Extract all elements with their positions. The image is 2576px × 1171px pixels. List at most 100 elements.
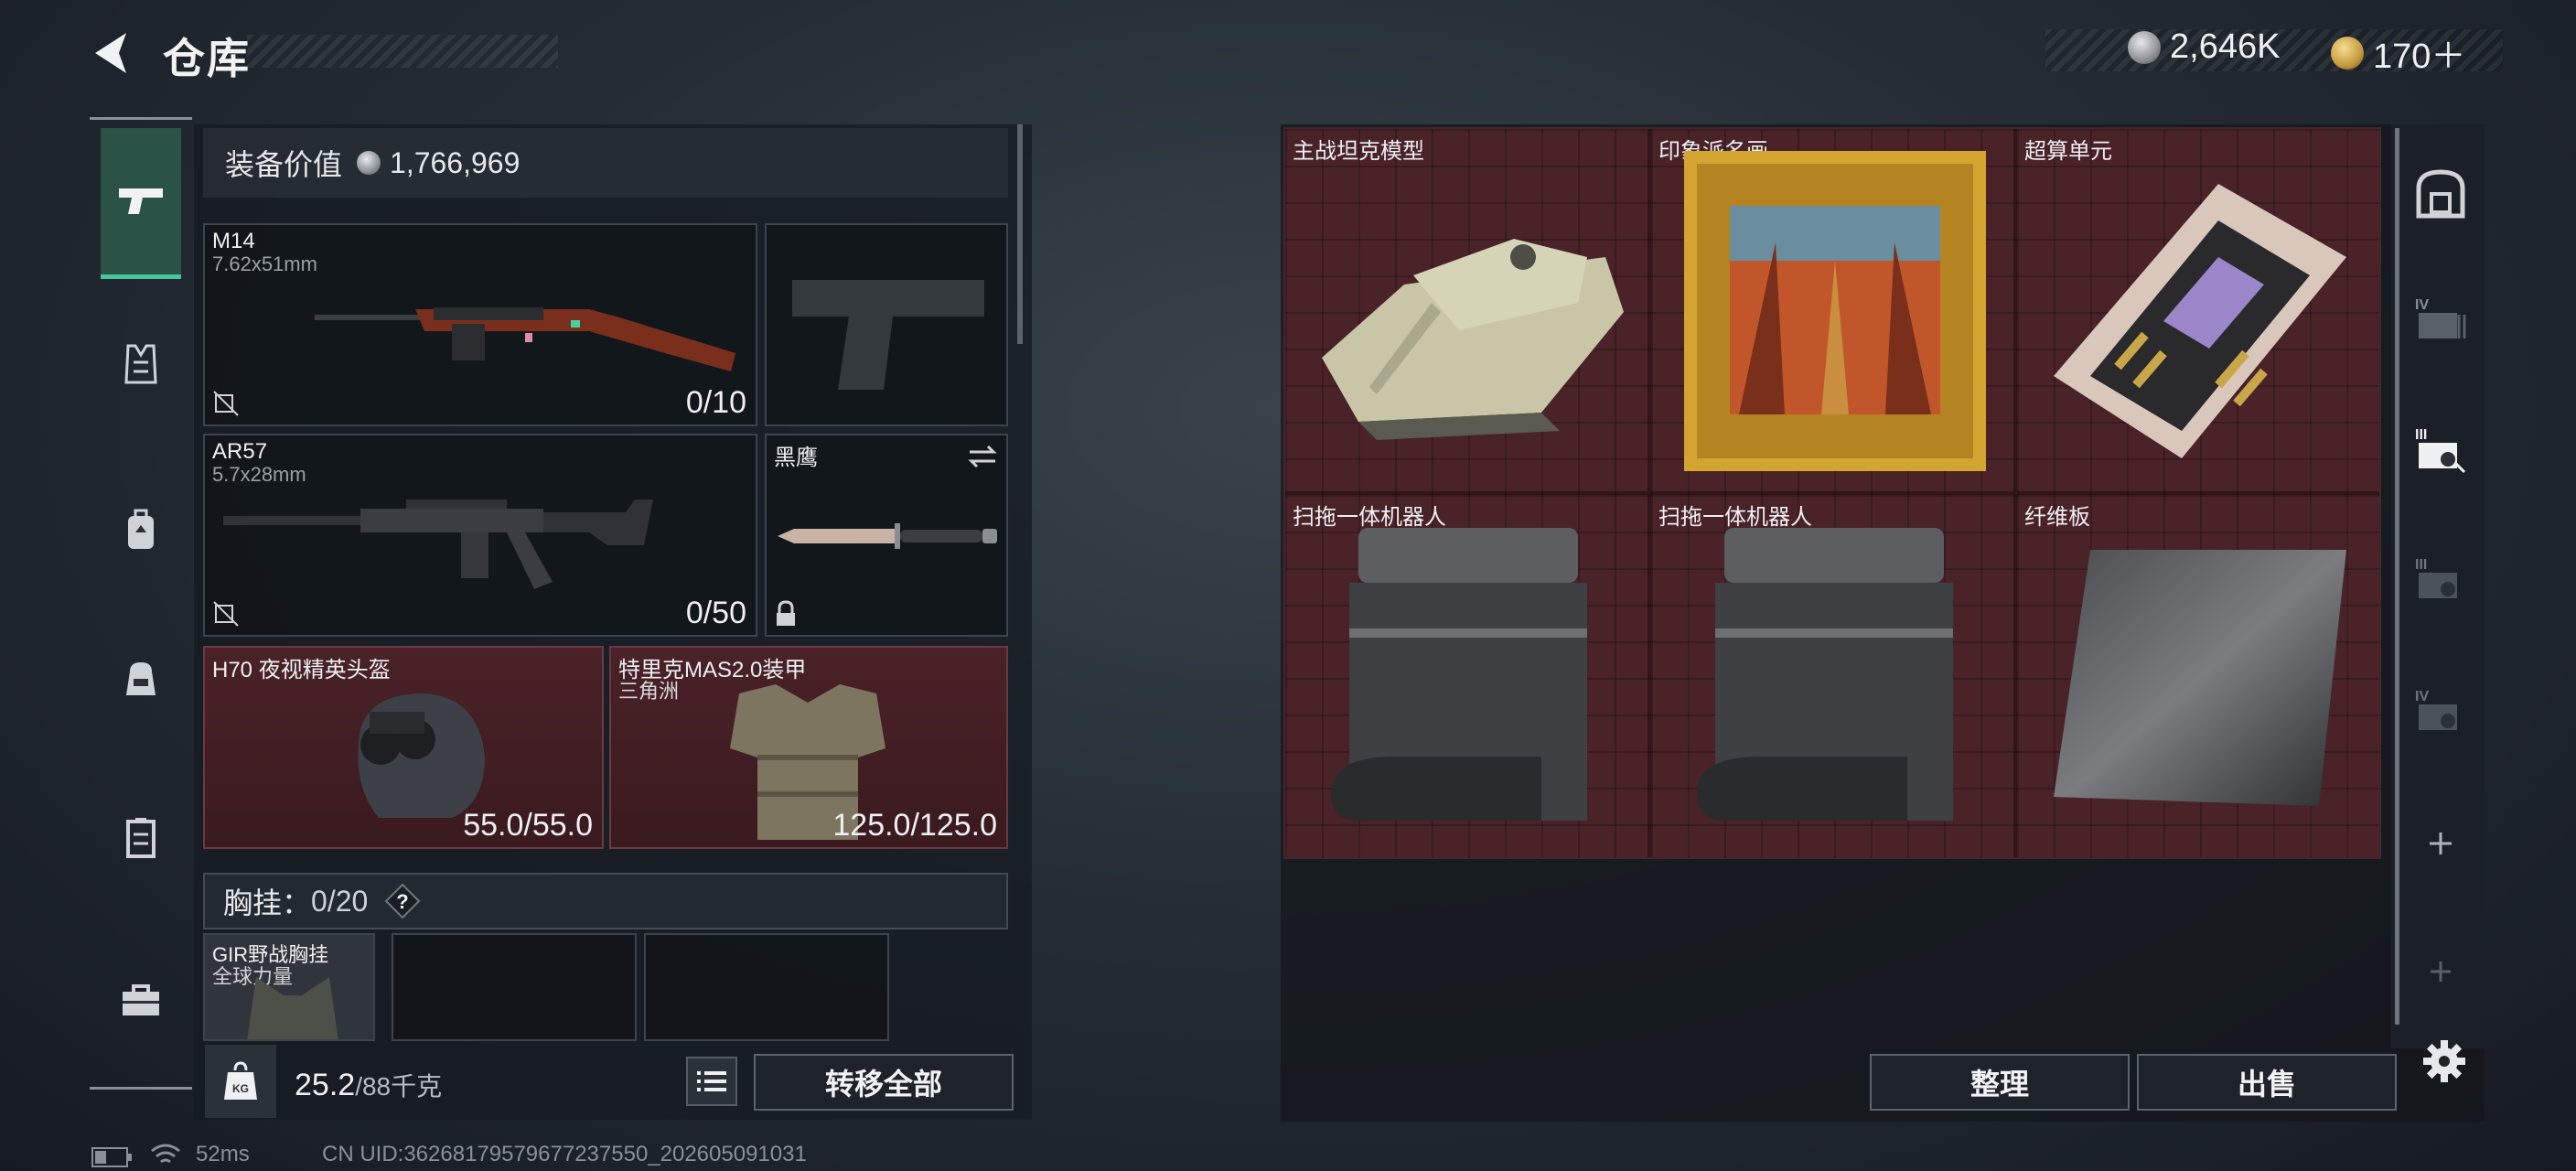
category-weapons[interactable] bbox=[101, 128, 181, 279]
add-container-button[interactable] bbox=[2411, 814, 2470, 873]
category-backpack[interactable] bbox=[101, 490, 181, 571]
page-title: 仓库 bbox=[163, 35, 251, 82]
ammo-count: 0/10 bbox=[685, 385, 746, 420]
settings-button[interactable] bbox=[2415, 1032, 2474, 1090]
primary-weapon-slot[interactable]: M14 7.62x51mm 0/10 bbox=[203, 223, 757, 426]
knife-image bbox=[778, 523, 997, 549]
case-icon bbox=[126, 818, 156, 858]
uid-readout: CN UID:36268179579677237550_202605091031 bbox=[322, 1142, 807, 1166]
chest-rig-image bbox=[247, 977, 338, 1039]
weight-current: 25.2 bbox=[295, 1068, 356, 1102]
plus-icon bbox=[2431, 962, 2451, 982]
rig-slot-empty[interactable] bbox=[392, 933, 637, 1041]
category-vest[interactable] bbox=[101, 324, 181, 404]
item-robot-vacuum[interactable]: 扫拖一体机器人 bbox=[1283, 493, 1649, 859]
tank-model-image bbox=[1322, 239, 1624, 440]
silver-currency[interactable]: 2,646K bbox=[2128, 27, 2280, 67]
help-icon: ? bbox=[384, 883, 421, 919]
silver-amount: 2,646K bbox=[2170, 27, 2281, 66]
item-tank-model[interactable]: 主战坦克模型 bbox=[1283, 127, 1649, 493]
chest-rig-label: 胸挂： bbox=[223, 886, 312, 919]
item-impressionist-painting[interactable]: 印象派名画 bbox=[1649, 127, 2015, 493]
secondary-weapon-slot[interactable]: AR57 5.7x28mm 0/50 bbox=[203, 434, 757, 637]
pistol-slot[interactable] bbox=[765, 223, 1008, 426]
fiberboard-image bbox=[2054, 550, 2346, 806]
armor-slot[interactable]: 特里克MAS2.0装甲 三角洲 125.0/125.0 bbox=[609, 646, 1008, 849]
tab-safe-box[interactable] bbox=[2411, 165, 2470, 223]
svg-text:IV: IV bbox=[2415, 297, 2429, 313]
weight-max: /88千克 bbox=[355, 1072, 443, 1101]
backpack-icon bbox=[128, 509, 154, 549]
chest-rig-item[interactable]: GIR野战胸挂 全球力量 bbox=[203, 933, 375, 1041]
gold-amount: 170＋ bbox=[2373, 38, 2466, 76]
no-ammo-icon bbox=[213, 601, 239, 627]
help-button[interactable]: ? bbox=[384, 883, 421, 919]
item-name: 纤维板 bbox=[2024, 505, 2090, 530]
transfer-all-button[interactable]: 转移全部 bbox=[754, 1054, 1014, 1111]
robot-vacuum-image bbox=[1697, 528, 1953, 821]
sell-button[interactable]: 出售 bbox=[2137, 1054, 2397, 1111]
plus-icon bbox=[2430, 833, 2452, 854]
tab-container-iv[interactable]: IV bbox=[2411, 289, 2470, 348]
pistol-icon bbox=[119, 188, 163, 214]
gold-coin-icon bbox=[2331, 36, 2364, 70]
svg-text:?: ? bbox=[397, 890, 409, 913]
add-container-button-disabled[interactable] bbox=[2411, 942, 2470, 1001]
pistol-silhouette-icon bbox=[792, 280, 984, 390]
rifle-image bbox=[315, 307, 735, 371]
vest-icon bbox=[124, 344, 157, 384]
armor-brand: 三角洲 bbox=[618, 680, 680, 703]
ammo-count: 0/50 bbox=[685, 596, 746, 630]
list-icon bbox=[697, 1071, 726, 1091]
weight-icon: KG bbox=[224, 1061, 257, 1100]
rifle-image bbox=[223, 500, 653, 589]
tab-container-iii[interactable]: III bbox=[2411, 549, 2470, 607]
item-name: 扫拖一体机器人 bbox=[1293, 505, 1446, 530]
weapon-ammo: 7.62x51mm bbox=[212, 252, 317, 275]
bag-icon bbox=[126, 662, 156, 695]
list-view-button[interactable] bbox=[686, 1057, 737, 1106]
swap-icon[interactable] bbox=[966, 443, 999, 470]
rig-slot-empty[interactable] bbox=[644, 933, 889, 1041]
armor-durability: 125.0/125.0 bbox=[832, 808, 997, 843]
melee-name: 黑鹰 bbox=[774, 446, 818, 470]
svg-text:III: III bbox=[2415, 557, 2427, 573]
equipment-value: 装备价值 1,766,969 bbox=[203, 128, 1008, 198]
melee-slot[interactable]: 黑鹰 bbox=[765, 434, 1008, 637]
weight-readout: 25.2/88千克 bbox=[295, 1067, 442, 1103]
lock-icon bbox=[777, 600, 795, 626]
weight-icon-box: KG bbox=[205, 1045, 276, 1118]
container-iv-icon: IV bbox=[2415, 297, 2466, 338]
panel-scrollbar[interactable] bbox=[1017, 124, 1023, 344]
item-name: 主战坦克模型 bbox=[1293, 139, 1424, 164]
gold-currency[interactable]: 170＋ bbox=[2331, 27, 2465, 78]
weapon-name: M14 bbox=[212, 229, 255, 253]
category-case[interactable] bbox=[101, 798, 181, 878]
title-decoration bbox=[247, 35, 558, 68]
rail-divider bbox=[2395, 128, 2399, 1025]
supercomputer-unit-image bbox=[2054, 184, 2346, 458]
svg-text:III: III bbox=[2415, 427, 2427, 443]
wifi-icon bbox=[151, 1144, 180, 1164]
category-sidebar bbox=[90, 117, 192, 1091]
safe-box-icon bbox=[2416, 169, 2465, 219]
container-iii-icon: III bbox=[2415, 427, 2466, 474]
chest-rig-count: 0/20 bbox=[311, 884, 369, 918]
equipment-value-amount: 1,766,969 bbox=[390, 145, 521, 179]
item-fiberboard[interactable]: 纤维板 bbox=[2015, 493, 2381, 859]
back-button[interactable] bbox=[88, 27, 139, 79]
item-supercomputer-unit[interactable]: 超算单元 bbox=[2015, 127, 2381, 493]
no-ammo-icon bbox=[213, 391, 239, 416]
category-bag[interactable] bbox=[101, 639, 181, 719]
toolbox-icon bbox=[123, 984, 159, 1015]
sort-button[interactable]: 整理 bbox=[1870, 1054, 2130, 1111]
weapon-name: AR57 bbox=[212, 439, 268, 464]
tab-container-iii-active[interactable]: III bbox=[2411, 419, 2470, 478]
container-iii-icon: III bbox=[2415, 557, 2457, 598]
item-robot-vacuum[interactable]: 扫拖一体机器人 bbox=[1649, 493, 2015, 859]
equipment-value-label: 装备价值 bbox=[225, 148, 343, 181]
tab-container-iv-b[interactable]: IV bbox=[2411, 681, 2470, 739]
svg-text:IV: IV bbox=[2415, 689, 2429, 704]
category-toolbox[interactable] bbox=[101, 961, 181, 1041]
helmet-slot[interactable]: H70 夜视精英头盔 55.0/55.0 bbox=[203, 646, 604, 849]
